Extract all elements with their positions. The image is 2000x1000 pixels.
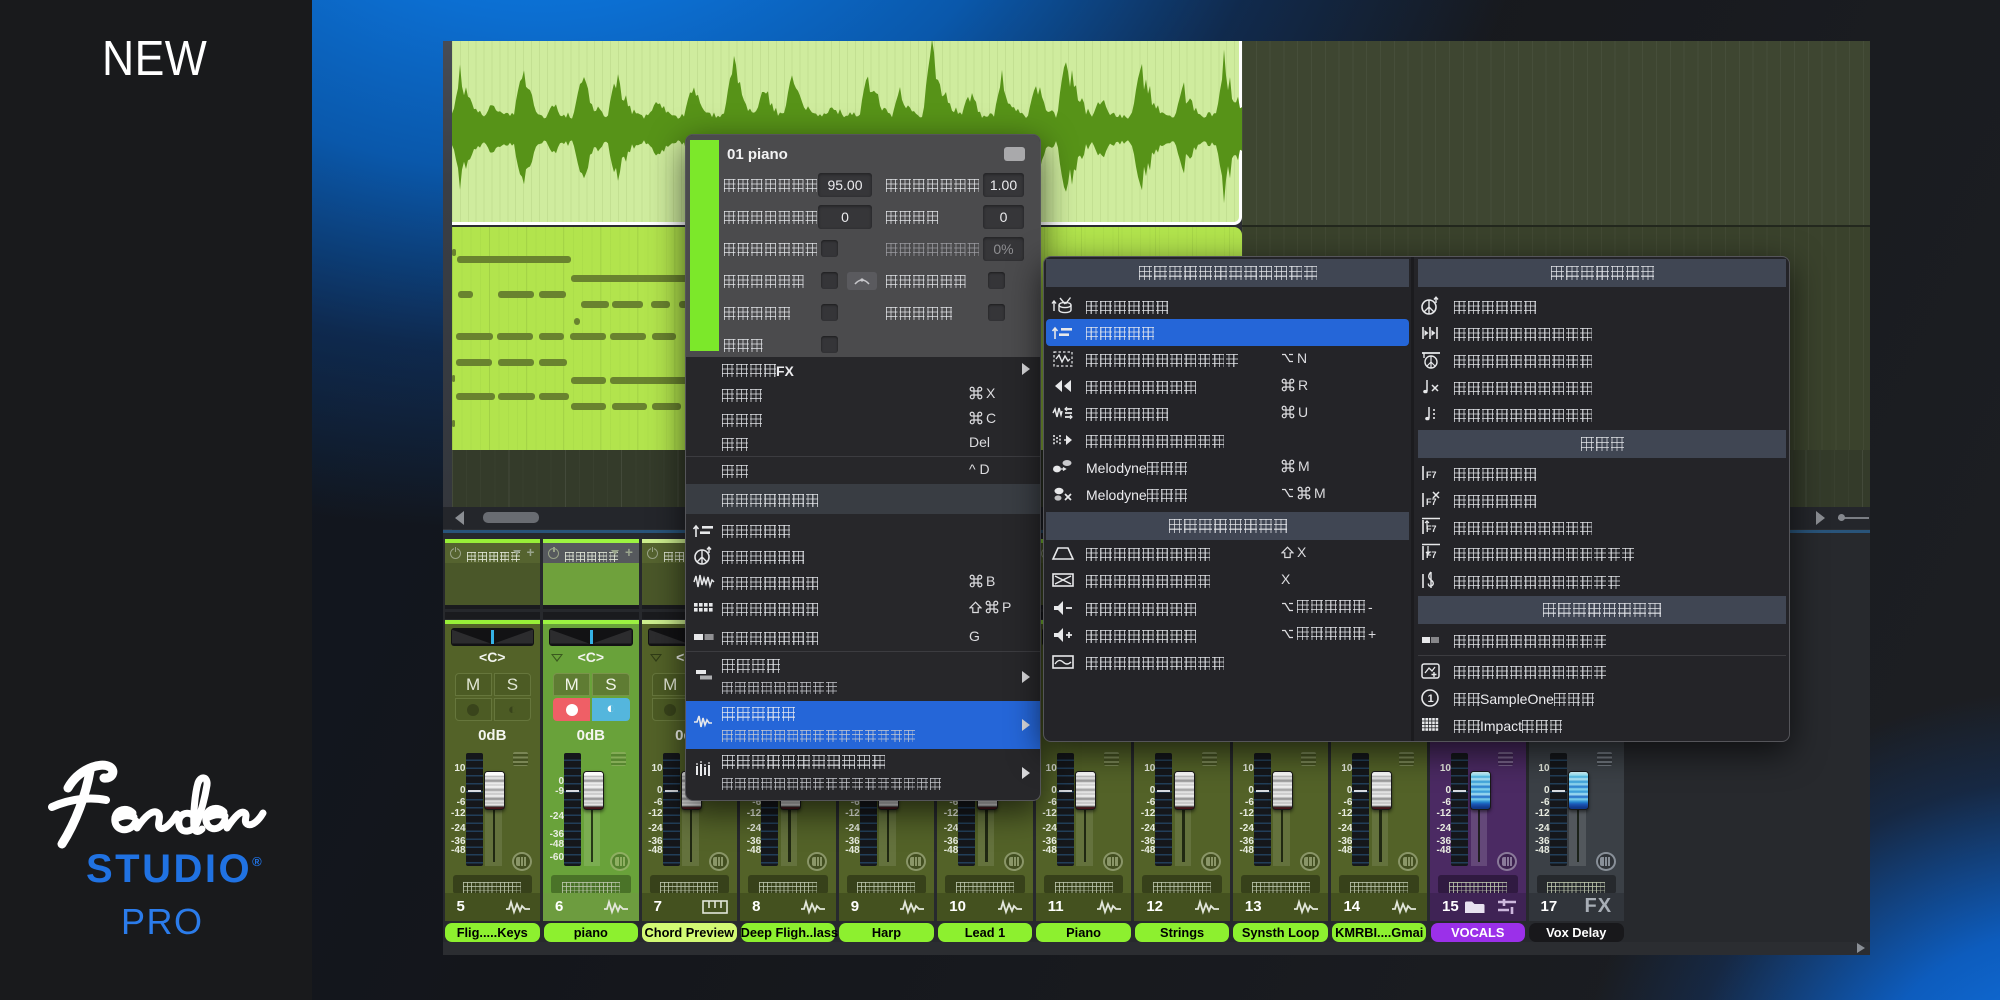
svg-text:1: 1: [1428, 693, 1434, 705]
svg-text:F7: F7: [1426, 470, 1437, 480]
svg-text:F7: F7: [1426, 497, 1437, 507]
